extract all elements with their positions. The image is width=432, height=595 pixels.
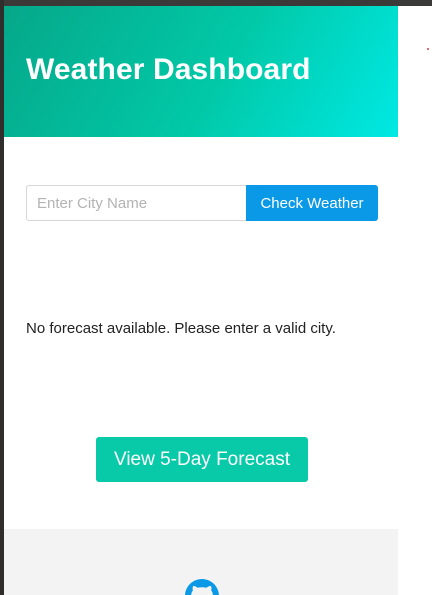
github-link[interactable] [185, 579, 219, 595]
browser-viewport: Weather Dashboard Check Weather No forec… [0, 0, 432, 595]
page-footer [4, 529, 398, 595]
check-weather-button[interactable]: Check Weather [246, 185, 378, 221]
city-name-input[interactable] [26, 185, 246, 221]
decorative-dot [427, 48, 429, 50]
page-title: Weather Dashboard [26, 53, 311, 86]
forecast-status-message: No forecast available. Please enter a va… [26, 320, 336, 337]
city-search-form: Check Weather [26, 185, 378, 221]
github-icon [185, 579, 219, 595]
weather-app: Weather Dashboard Check Weather No forec… [4, 6, 398, 595]
view-5-day-forecast-button[interactable]: View 5-Day Forecast [96, 437, 308, 482]
app-header: Weather Dashboard [4, 6, 398, 137]
